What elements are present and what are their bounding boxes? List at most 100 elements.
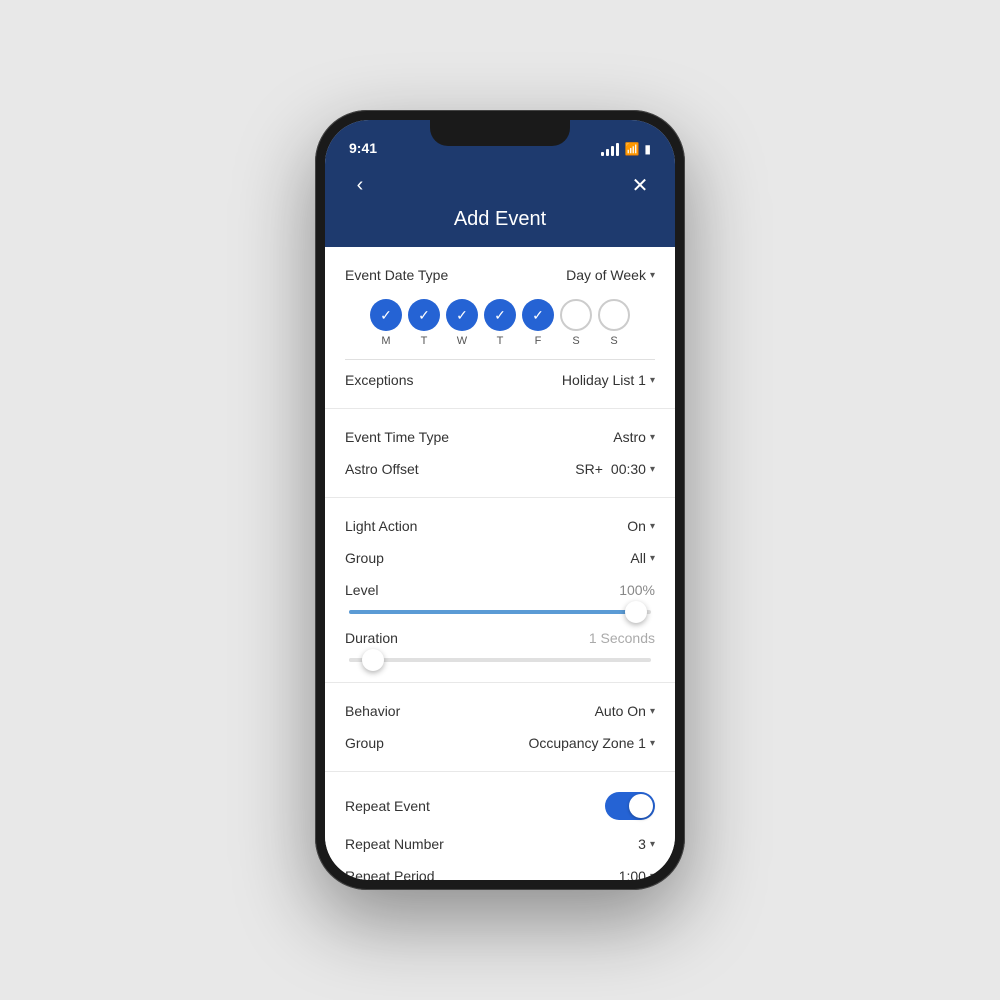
event-time-type-row: Event Time Type Astro ▾ [345,421,655,453]
repeat-number-label: Repeat Number [345,836,444,852]
event-time-type-value[interactable]: Astro ▾ [613,429,655,445]
astro-offset-prefix: SR+ [575,461,603,477]
astro-offset-value[interactable]: SR+ 00:30 ▾ [575,461,655,477]
phone-screen: 9:41 📶 ▮ ‹ ✕ Add Ev [325,120,675,880]
exceptions-value[interactable]: Holiday List 1 ▾ [562,372,655,388]
day-label-T2: T [484,335,516,347]
level-slider-fill [349,610,636,614]
duration-slider-container[interactable] [345,654,655,670]
level-slider-container[interactable] [345,606,655,622]
duration-slider-thumb[interactable] [362,649,384,671]
level-slider-track [349,610,651,614]
chevron-down-icon-repeat-num: ▾ [650,839,655,850]
behavior-section: Behavior Auto On ▾ Group Occupancy Zone … [325,683,675,772]
repeat-number-row: Repeat Number 3 ▾ [345,828,655,860]
days-container: ✓ ✓ ✓ ✓ ✓ M T W T [345,291,655,355]
status-icons: 📶 ▮ [601,142,651,156]
event-date-section: Event Date Type Day of Week ▾ ✓ ✓ ✓ ✓ [325,247,675,409]
close-button[interactable]: ✕ [625,170,655,200]
wifi-icon: 📶 [624,142,639,156]
behavior-text: Auto On [595,703,646,719]
repeat-period-label: Repeat Period [345,868,435,880]
event-date-type-row: Event Date Type Day of Week ▾ [345,259,655,291]
battery-icon: ▮ [644,142,651,156]
day-T1[interactable]: ✓ [408,299,440,331]
level-label: Level [345,582,378,598]
chevron-down-icon-repeat-period: ▾ [650,871,655,881]
day-F[interactable]: ✓ [522,299,554,331]
light-group-value[interactable]: All ▾ [630,550,655,566]
chevron-down-icon-behavior-group: ▾ [650,738,655,749]
light-action-section: Light Action On ▾ Group All ▾ [325,498,675,683]
divider [345,359,655,360]
chevron-down-icon-exceptions: ▾ [650,375,655,386]
repeat-number-text: 3 [638,836,646,852]
chevron-down-icon: ▾ [650,270,655,281]
day-label-M: M [370,335,402,347]
event-date-type-text: Day of Week [566,267,646,283]
duration-value: 1 Seconds [589,630,655,646]
day-label-F: F [522,335,554,347]
repeat-event-toggle[interactable] [605,792,655,820]
day-S1[interactable] [560,299,592,331]
chevron-down-icon-astro: ▾ [650,464,655,475]
day-T2[interactable]: ✓ [484,299,516,331]
level-row: Level 100% [345,574,655,606]
chevron-down-icon-behavior: ▾ [650,706,655,717]
day-label-W: W [446,335,478,347]
behavior-group-label: Group [345,735,384,751]
duration-label: Duration [345,630,398,646]
chevron-down-icon-time: ▾ [650,432,655,443]
exceptions-row: Exceptions Holiday List 1 ▾ [345,364,655,396]
behavior-group-row: Group Occupancy Zone 1 ▾ [345,727,655,759]
day-label-S1: S [560,335,592,347]
form-content: Event Date Type Day of Week ▾ ✓ ✓ ✓ ✓ [325,247,675,880]
repeat-period-value[interactable]: 1:00 ▾ [619,868,655,880]
light-action-row: Light Action On ▾ [345,510,655,542]
duration-slider-track [349,658,651,662]
behavior-row: Behavior Auto On ▾ [345,695,655,727]
day-M[interactable]: ✓ [370,299,402,331]
status-time: 9:41 [349,140,377,156]
repeat-number-value[interactable]: 3 ▾ [638,836,655,852]
signal-icon [601,143,619,156]
back-button[interactable]: ‹ [345,170,375,200]
day-label-S2: S [598,335,630,347]
behavior-group-text: Occupancy Zone 1 [528,735,646,751]
duration-row: Duration 1 Seconds [345,622,655,654]
app-header: ‹ ✕ Add Event [325,162,675,247]
light-group-text: All [630,550,646,566]
day-W[interactable]: ✓ [446,299,478,331]
behavior-value[interactable]: Auto On ▾ [595,703,655,719]
notch [430,120,570,146]
astro-offset-row: Astro Offset SR+ 00:30 ▾ [345,453,655,485]
event-time-type-text: Astro [613,429,646,445]
phone-frame: 9:41 📶 ▮ ‹ ✕ Add Ev [315,110,685,890]
astro-offset-text: 00:30 [611,461,646,477]
day-label-T1: T [408,335,440,347]
repeat-section: Repeat Event Repeat Number 3 ▾ Repeat [325,772,675,880]
day-circles: ✓ ✓ ✓ ✓ ✓ [345,299,655,331]
light-group-label: Group [345,550,384,566]
repeat-period-row: Repeat Period 1:00 ▾ [345,860,655,880]
event-date-type-value[interactable]: Day of Week ▾ [566,267,655,283]
level-value: 100% [619,582,655,598]
chevron-down-icon-light: ▾ [650,521,655,532]
astro-offset-label: Astro Offset [345,461,419,477]
toggle-thumb [629,794,653,818]
level-slider-thumb[interactable] [625,601,647,623]
page-title: Add Event [345,208,655,231]
behavior-group-value[interactable]: Occupancy Zone 1 ▾ [528,735,655,751]
exceptions-text: Holiday List 1 [562,372,646,388]
light-action-value[interactable]: On ▾ [627,518,655,534]
day-S2[interactable] [598,299,630,331]
chevron-down-icon-group: ▾ [650,553,655,564]
repeat-event-row: Repeat Event [345,784,655,828]
day-labels: M T W T F S S [345,335,655,347]
light-action-label: Light Action [345,518,417,534]
event-time-section: Event Time Type Astro ▾ Astro Offset SR+… [325,409,675,498]
event-date-type-label: Event Date Type [345,267,448,283]
repeat-period-text: 1:00 [619,868,646,880]
header-nav: ‹ ✕ [345,170,655,200]
behavior-label: Behavior [345,703,400,719]
